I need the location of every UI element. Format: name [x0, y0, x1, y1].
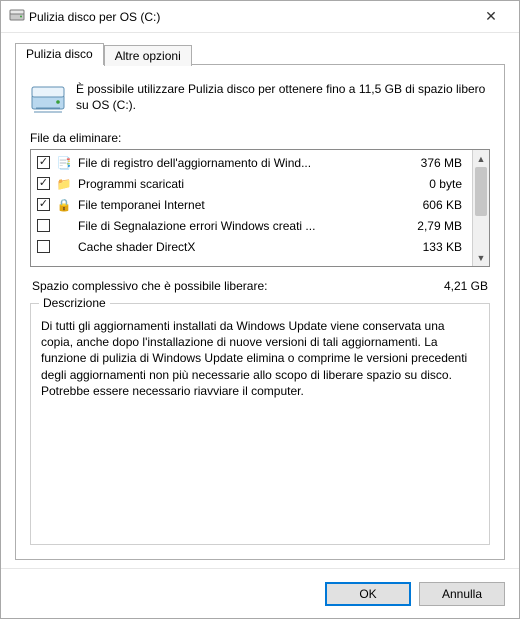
item-size: 2,79 MB	[396, 219, 466, 233]
intro-text: È possibile utilizzare Pulizia disco per…	[76, 81, 490, 117]
tab-strip: Pulizia disco Altre opzioni	[15, 43, 505, 65]
scroll-track[interactable]	[473, 167, 489, 249]
list-item[interactable]: Cache shader DirectX 133 KB	[31, 236, 472, 257]
chevron-up-icon: ▲	[477, 154, 486, 164]
item-name: Cache shader DirectX	[78, 240, 390, 254]
description-title: Descrizione	[39, 296, 110, 310]
checkbox[interactable]	[37, 240, 50, 253]
intro-row: È possibile utilizzare Pulizia disco per…	[30, 81, 490, 117]
item-name: File di registro dell'aggiornamento di W…	[78, 156, 390, 170]
description-text: Di tutti gli aggiornamenti installati da…	[41, 318, 479, 399]
scroll-down-button[interactable]: ▼	[473, 249, 489, 266]
tab-disk-cleanup[interactable]: Pulizia disco	[15, 43, 104, 65]
files-to-delete-label: File da eliminare:	[30, 131, 490, 145]
item-icon: 📑	[56, 156, 72, 170]
item-size: 376 MB	[396, 156, 466, 170]
item-icon: 🔒	[56, 198, 72, 212]
tab-label: Pulizia disco	[26, 47, 93, 61]
dialog-window: Pulizia disco per OS (C:) ✕ Pulizia disc…	[0, 0, 520, 619]
close-button[interactable]: ✕	[471, 1, 511, 32]
list-item[interactable]: 📑 File di registro dell'aggiornamento di…	[31, 152, 472, 173]
close-icon: ✕	[485, 8, 497, 25]
button-row: OK Annulla	[1, 568, 519, 618]
drive-small-icon	[9, 7, 25, 26]
titlebar: Pulizia disco per OS (C:) ✕	[1, 1, 519, 33]
checkbox[interactable]	[37, 198, 50, 211]
ok-button[interactable]: OK	[325, 582, 411, 606]
button-label: OK	[359, 587, 376, 601]
window-title: Pulizia disco per OS (C:)	[25, 10, 471, 24]
scrollbar[interactable]: ▲ ▼	[472, 150, 489, 266]
file-list-rows: 📑 File di registro dell'aggiornamento di…	[31, 150, 472, 266]
file-list: 📑 File di registro dell'aggiornamento di…	[30, 149, 490, 267]
description-group: Descrizione Di tutti gli aggiornamenti i…	[30, 303, 490, 545]
scroll-up-button[interactable]: ▲	[473, 150, 489, 167]
item-icon: 📁	[56, 177, 72, 191]
scroll-thumb[interactable]	[475, 167, 487, 216]
list-item[interactable]: File di Segnalazione errori Windows crea…	[31, 215, 472, 236]
chevron-down-icon: ▼	[477, 253, 486, 263]
button-label: Annulla	[442, 587, 482, 601]
total-value: 4,21 GB	[444, 279, 488, 293]
list-item[interactable]: 📁 Programmi scaricati 0 byte	[31, 173, 472, 194]
item-size: 0 byte	[396, 177, 466, 191]
list-item[interactable]: 🔒 File temporanei Internet 606 KB	[31, 194, 472, 215]
item-name: File di Segnalazione errori Windows crea…	[78, 219, 390, 233]
tab-panel: È possibile utilizzare Pulizia disco per…	[15, 64, 505, 560]
total-label: Spazio complessivo che è possibile liber…	[32, 279, 444, 293]
item-name: File temporanei Internet	[78, 198, 390, 212]
checkbox[interactable]	[37, 219, 50, 232]
item-size: 606 KB	[396, 198, 466, 212]
tab-label: Altre opzioni	[115, 49, 181, 63]
item-size: 133 KB	[396, 240, 466, 254]
cancel-button[interactable]: Annulla	[419, 582, 505, 606]
item-name: Programmi scaricati	[78, 177, 390, 191]
dialog-content: Pulizia disco Altre opzioni È possibile …	[1, 33, 519, 560]
drive-icon	[30, 81, 66, 117]
checkbox[interactable]	[37, 177, 50, 190]
tab-more-options[interactable]: Altre opzioni	[104, 45, 192, 66]
checkbox[interactable]	[37, 156, 50, 169]
